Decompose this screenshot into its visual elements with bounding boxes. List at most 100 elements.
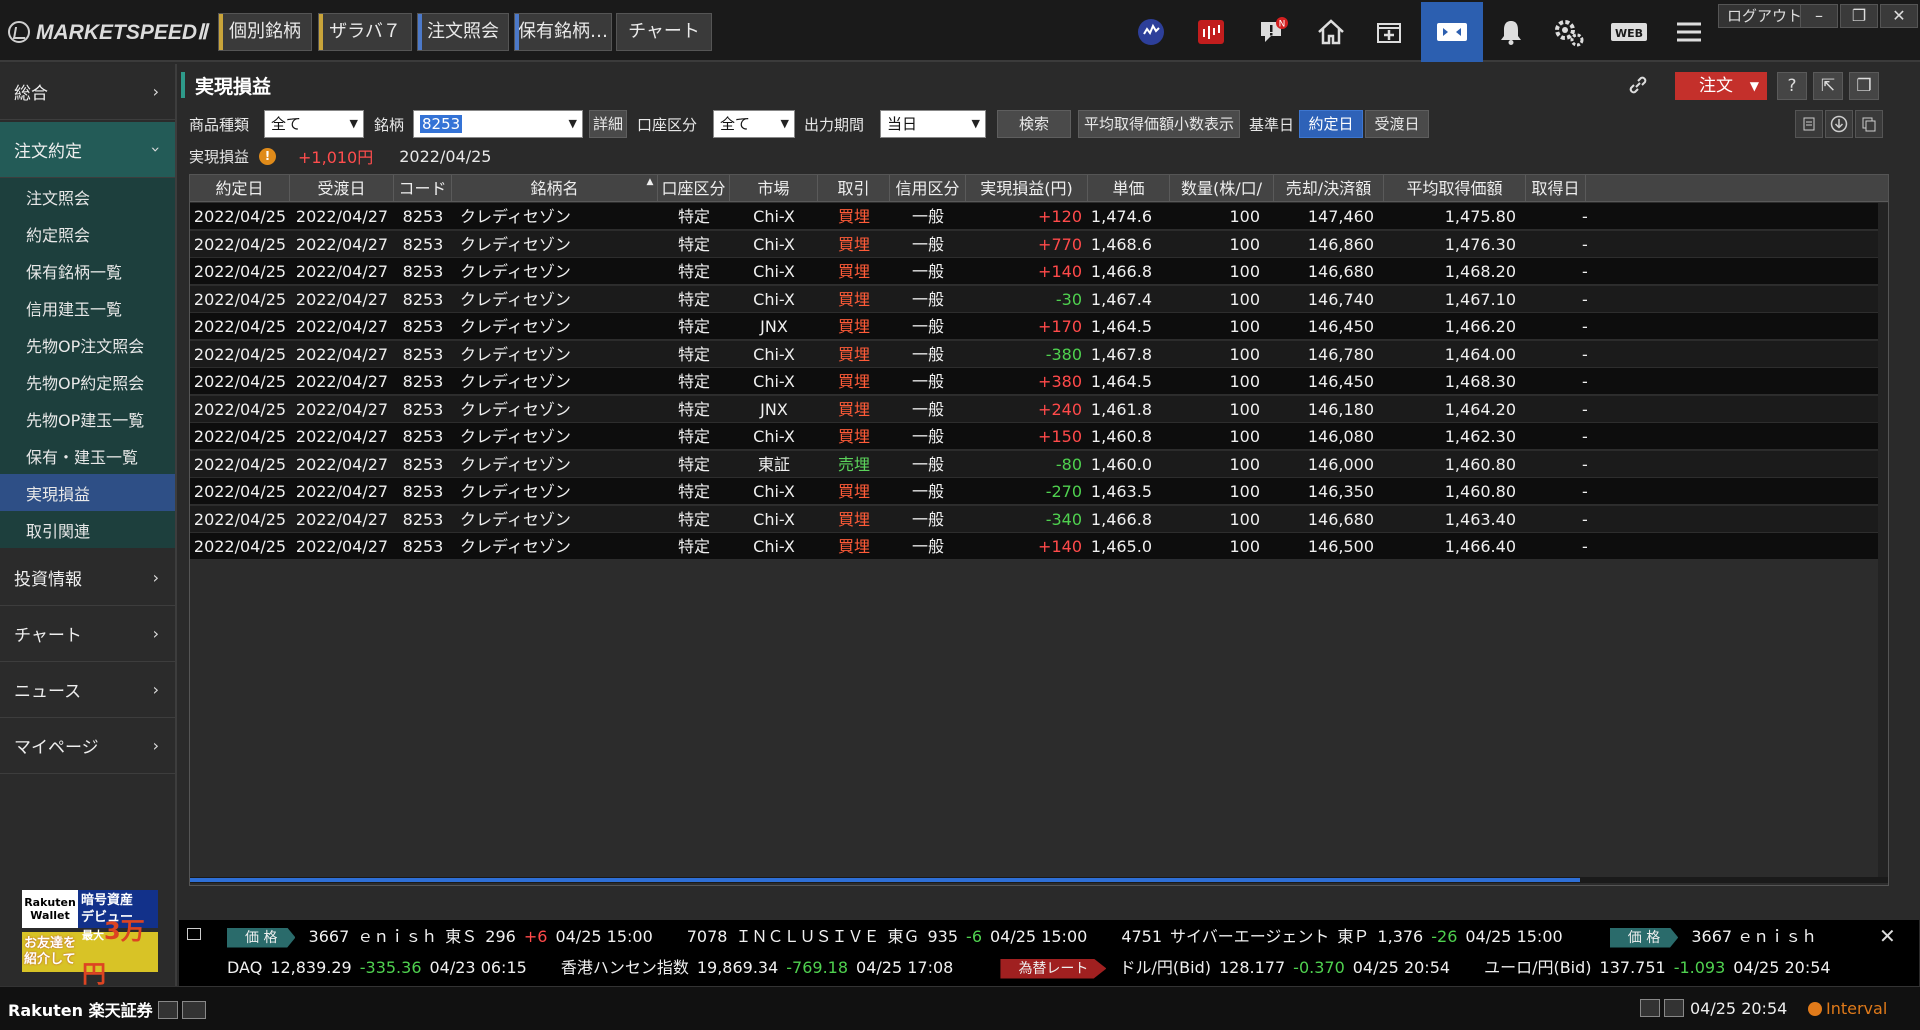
nav-sub-futures-execution[interactable]: 先物OP約定照会	[0, 363, 175, 400]
market-overview-icon[interactable]	[1128, 10, 1174, 54]
home-icon[interactable]	[1308, 10, 1354, 54]
nav-section-orders[interactable]: 注文約定 ›	[0, 122, 175, 178]
close-window-button[interactable]: ✕	[1880, 4, 1918, 28]
nav-sub-execution-inquiry[interactable]: 約定照会	[0, 215, 175, 252]
top-tab-individual-stock[interactable]: 個別銘柄	[218, 13, 312, 51]
column-header[interactable]: コード	[394, 175, 452, 202]
nav-section-chart[interactable]: チャート ›	[0, 606, 175, 662]
nav-section-investment-info[interactable]: 投資情報 ›	[0, 550, 175, 606]
nav-sub-order-inquiry[interactable]: 注文照会	[0, 178, 175, 215]
nav-sub-futures-positions[interactable]: 先物OP建玉一覧	[0, 400, 175, 437]
table-row[interactable]: 2022/04/25 2022/04/27 8253 クレディセゾン 特定 JNX 買埋 一般…	[190, 395, 1888, 423]
horizontal-scrollbar[interactable]	[190, 877, 1888, 883]
minimize-button[interactable]: –	[1800, 4, 1838, 28]
print-icon[interactable]	[1795, 110, 1823, 138]
column-header[interactable]: 単価(円/pt)	[1088, 175, 1170, 225]
top-tab-zaraba7[interactable]: ザラバ７	[318, 13, 412, 51]
table-row[interactable]: 2022/04/25 2022/04/27 8253 クレディセゾン 特定 東証 売埋 一般 -…	[190, 450, 1888, 478]
symbol-input[interactable]: 8253 ▼	[413, 110, 583, 138]
column-header[interactable]: 売却/決済額(円)	[1274, 175, 1384, 225]
ticker-item[interactable]: 7078 ＩＮＣＬＵＳＩＶＥ 東Ｇ 935 -6 04/25 15:00	[687, 922, 1096, 952]
warning-icon[interactable]: !	[259, 147, 277, 165]
bell-icon[interactable]	[1488, 10, 1534, 54]
stock-chart-icon[interactable]	[1188, 10, 1234, 54]
main-panel: 実現損益 注文 ▼ ? ⇱ ❐ 商品種類 全て ▼ 銘柄 8253 ▼ 詳細 口座区分…	[179, 64, 1917, 920]
column-header[interactable]: 銘柄名	[452, 175, 658, 202]
table-row[interactable]: 2022/04/25 2022/04/27 8253 クレディセゾン 特定 Chi-X 買埋…	[190, 285, 1888, 313]
column-header[interactable]: 取得日	[1526, 175, 1586, 202]
web-icon[interactable]: WEB	[1606, 10, 1652, 54]
scrollbar-thumb[interactable]	[190, 878, 1580, 882]
nav-section-summary[interactable]: 総合 ›	[0, 64, 175, 120]
notice-icon[interactable]: N	[1250, 10, 1296, 54]
acquired-date-cell: -	[1582, 427, 1588, 446]
output-period-select[interactable]: 当日 ▼	[880, 110, 986, 138]
nav-section-news[interactable]: ニュース ›	[0, 662, 175, 718]
popout-icon[interactable]: ⇱	[1813, 72, 1843, 100]
top-tab-holdings[interactable]: 保有銘柄…	[514, 13, 612, 51]
ticker-item[interactable]: DAQ 12,839.29 -335.36 04/23 06:15	[227, 953, 535, 983]
product-type-select[interactable]: 全て ▼	[264, 110, 364, 138]
menu-icon[interactable]	[1666, 10, 1712, 54]
ticker-change: -26	[1431, 927, 1458, 946]
collapse-panel-icon[interactable]	[158, 1001, 178, 1019]
help-button[interactable]: ?	[1777, 72, 1807, 100]
table-row[interactable]: 2022/04/25 2022/04/27 8253 クレディセゾン 特定 Chi-X 買埋…	[190, 478, 1888, 505]
account-type-select[interactable]: 全て ▼	[713, 110, 795, 138]
table-row[interactable]: 2022/04/25 2022/04/27 8253 クレディセゾン 特定 Chi-X 買埋…	[190, 340, 1888, 368]
column-header[interactable]: 取引	[818, 175, 890, 202]
nav-sub-holdings-list[interactable]: 保有銘柄一覧	[0, 252, 175, 289]
detail-button[interactable]: 詳細	[589, 110, 627, 138]
maximize-button[interactable]: ❐	[1840, 4, 1878, 28]
base-date-delivery-toggle[interactable]: 受渡日	[1365, 110, 1429, 138]
column-header[interactable]: 受渡日	[290, 175, 394, 202]
column-header[interactable]: 市場	[730, 175, 818, 202]
nav-sub-margin-positions[interactable]: 信用建玉一覧	[0, 289, 175, 326]
ticker-close-icon[interactable]: ✕	[1879, 924, 1896, 948]
vertical-scrollbar[interactable]	[1878, 203, 1888, 877]
referral-ad-banner[interactable]: お友達を 紹介して 最大3万円	[22, 917, 158, 988]
avg-price-decimal-button[interactable]: 平均取得価額小数表示	[1078, 110, 1240, 138]
ticker-item[interactable]: ユーロ/円(Bid) 137.751 -1.093 04/25 20:54	[1484, 953, 1839, 983]
nav-section-mypage[interactable]: マイページ ›	[0, 718, 175, 774]
ticker-item[interactable]: 3667 ｅｎｉｓｈ 東Ｓ 296 +6 04/25 15:00	[309, 922, 661, 952]
table-row[interactable]: 2022/04/25 2022/04/27 8253 クレディセゾン 特定 Chi-X 買埋…	[190, 258, 1888, 285]
ticker-item[interactable]: 4751 サイバーエージェント 東Ｐ 1,376 -26 04/25 15:00	[1121, 922, 1570, 952]
user-icon[interactable]	[1664, 999, 1684, 1017]
column-header[interactable]: 約定日	[190, 175, 290, 202]
nav-sub-holdings-positions[interactable]: 保有・建玉一覧	[0, 437, 175, 474]
table-row[interactable]: 2022/04/25 2022/04/27 8253 クレディセゾン 特定 Chi-X 買埋…	[190, 203, 1888, 230]
settings-gear-icon[interactable]	[1546, 10, 1592, 54]
nav-sub-futures-order[interactable]: 先物OP注文照会	[0, 326, 175, 363]
table-row[interactable]: 2022/04/25 2022/04/27 8253 クレディセゾン 特定 Chi-X 買埋…	[190, 505, 1888, 533]
download-icon[interactable]	[1825, 110, 1853, 138]
column-header[interactable]: 実現損益(円)	[966, 175, 1088, 202]
ticker-item[interactable]: ドル/円(Bid) 128.177 -0.370 04/25 20:54	[1120, 953, 1459, 983]
nav-sub-trade-related[interactable]: 取引関連	[0, 511, 175, 548]
copy-icon[interactable]	[1855, 110, 1883, 138]
top-tab-chart[interactable]: チャート	[616, 13, 712, 51]
column-header[interactable]: 信用区分	[890, 175, 966, 202]
layout-switch-icon[interactable]	[1421, 2, 1483, 62]
search-button[interactable]: 検索	[997, 110, 1071, 138]
column-header[interactable]: 数量(株/口/枚)	[1170, 175, 1274, 225]
order-button[interactable]: 注文 ▼	[1675, 72, 1767, 100]
table-row[interactable]: 2022/04/25 2022/04/27 8253 クレディセゾン 特定 Chi-X 買埋…	[190, 230, 1888, 258]
status-interval[interactable]: Interval	[1808, 999, 1887, 1018]
top-tab-order-inquiry[interactable]: 注文照会	[417, 13, 509, 51]
ticker-item[interactable]: 香港ハンセン指数 19,869.34 -769.18 04/25 17:08	[561, 953, 962, 983]
table-row[interactable]: 2022/04/25 2022/04/27 8253 クレディセゾン 特定 Chi-X 買埋…	[190, 533, 1888, 560]
table-row[interactable]: 2022/04/25 2022/04/27 8253 クレディセゾン 特定 Chi-X 買埋…	[190, 368, 1888, 395]
new-window-icon[interactable]	[1366, 10, 1412, 54]
nav-sub-realized-pnl[interactable]: 実現損益	[0, 474, 175, 511]
table-row[interactable]: 2022/04/25 2022/04/27 8253 クレディセゾン 特定 Chi-X 買埋…	[190, 423, 1888, 450]
window-restore-icon[interactable]: ❐	[1849, 72, 1879, 100]
panel-toggle-icon[interactable]	[182, 1001, 206, 1019]
link-icon[interactable]	[1627, 74, 1649, 100]
column-header[interactable]: 口座区分	[658, 175, 730, 202]
logout-button[interactable]: ログアウト	[1718, 4, 1812, 28]
sound-icon[interactable]	[1640, 999, 1660, 1017]
column-header[interactable]: 平均取得価額(円/pt)	[1384, 175, 1526, 225]
table-row[interactable]: 2022/04/25 2022/04/27 8253 クレディセゾン 特定 JNX 買埋 一般…	[190, 313, 1888, 340]
base-date-trade-toggle[interactable]: 約定日	[1299, 110, 1363, 138]
